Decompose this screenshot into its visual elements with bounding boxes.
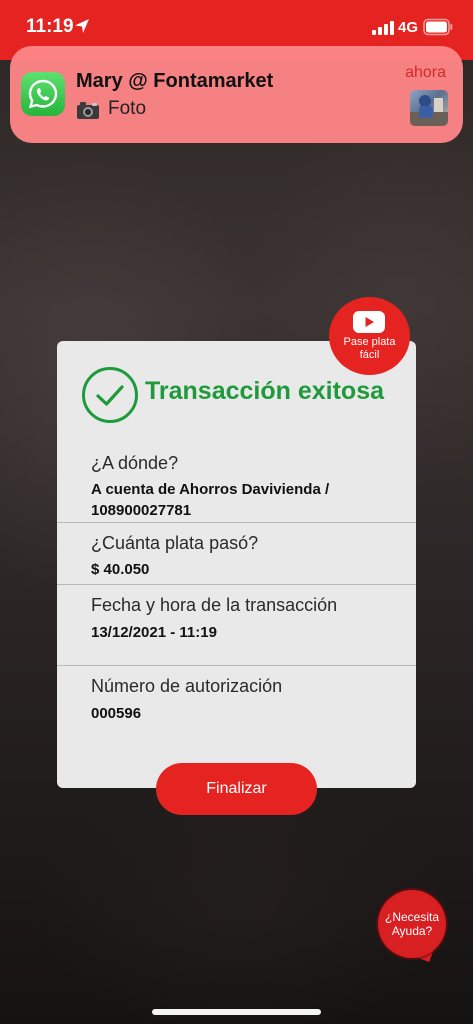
home-indicator[interactable]: [152, 1009, 321, 1015]
network-type: 4G: [398, 19, 419, 36]
notification-body: Foto: [108, 98, 147, 119]
help-button[interactable]: ¿Necesita Ayuda?: [378, 890, 446, 958]
video-tutorial-badge[interactable]: Pase plata fácil: [329, 297, 410, 375]
status-time: 11:19: [26, 16, 74, 37]
divider: [57, 522, 416, 523]
divider: [57, 584, 416, 585]
battery-icon: [423, 18, 453, 36]
youtube-play-icon: [353, 311, 385, 333]
destination-label: ¿A dónde?: [91, 453, 179, 473]
destination-value: A cuenta de Ahorros Davivienda / 1089000…: [91, 479, 329, 521]
check-circle-icon: [82, 367, 138, 423]
destination-account: A cuenta de Ahorros Davivienda /: [91, 481, 330, 498]
amount-label: ¿Cuánta plata pasó?: [91, 533, 259, 553]
help-label: ¿Necesita Ayuda?: [378, 910, 446, 938]
help-label-line2: Ayuda?: [391, 924, 433, 938]
video-tutorial-label-line2: fácil: [359, 349, 380, 361]
notification-time: ahora: [405, 64, 446, 81]
location-arrow-icon: [75, 19, 89, 33]
transaction-receipt-card: Transacción exitosa ¿A dónde? A cuenta d…: [57, 341, 416, 788]
help-label-line1: ¿Necesita: [384, 910, 440, 924]
divider: [57, 665, 416, 666]
finalizar-button[interactable]: Finalizar: [156, 763, 317, 815]
camera-icon: [77, 102, 99, 119]
transaction-status-title: Transacción exitosa: [145, 377, 385, 405]
whatsapp-notification-banner[interactable]: Mary @ Fontamarket ahora Foto: [10, 46, 463, 143]
datetime-label: Fecha y hora de la transacción: [91, 595, 338, 615]
authorization-value: 000596: [91, 705, 142, 722]
whatsapp-icon: [21, 72, 65, 116]
photo-thumbnail: [410, 90, 448, 126]
video-tutorial-label: Pase plata fácil: [329, 336, 410, 362]
datetime-value: 13/12/2021 - 11:19: [91, 624, 217, 641]
video-tutorial-label-line1: Pase plata: [343, 336, 396, 348]
notification-title: Mary @ Fontamarket: [76, 70, 274, 92]
authorization-label: Número de autorización: [91, 676, 283, 696]
amount-value: $ 40.050: [91, 561, 150, 578]
destination-number: 108900027781: [91, 502, 192, 519]
cellular-signal-icon: [372, 21, 394, 35]
